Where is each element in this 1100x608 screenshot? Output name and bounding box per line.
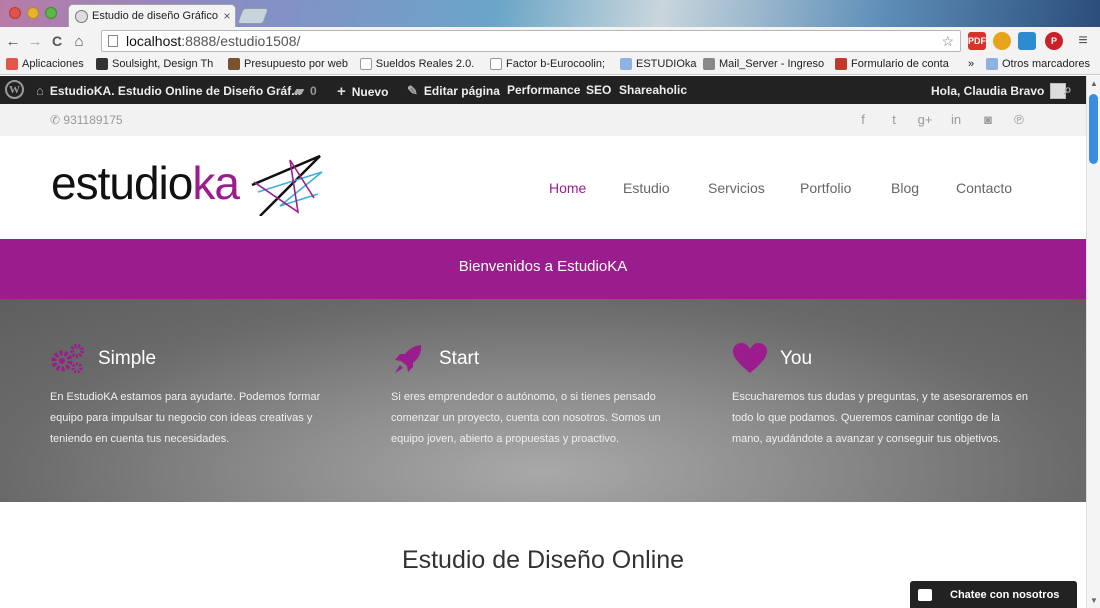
maximize-window-button[interactable] [45, 7, 57, 19]
page-scrollbar[interactable]: ▲ ▼ [1086, 76, 1100, 608]
twitter-icon[interactable]: t [886, 112, 902, 127]
site-logo[interactable]: estudioka [51, 156, 240, 210]
bookmark-item[interactable]: Soulsight, Design Th [96, 58, 216, 70]
features-section: Simple En EstudioKA estamos para ayudart… [0, 299, 1086, 502]
chat-widget-button[interactable]: Chatee con nosotros [910, 581, 1077, 608]
pdf-extension-icon[interactable]: PDF [968, 32, 986, 50]
comment-icon: ▰ [294, 83, 304, 98]
instagram-icon[interactable]: ◙ [980, 112, 996, 127]
menu-servicios[interactable]: Servicios [708, 180, 765, 196]
admin-comments[interactable]: ▰ 0 [294, 83, 317, 99]
url-host: localhost [126, 33, 182, 49]
wordpress-logo-icon[interactable]: W [5, 80, 24, 99]
menu-estudio[interactable]: Estudio [623, 180, 670, 196]
phone-number: ✆ 931189175 [50, 113, 123, 127]
scroll-up-icon[interactable]: ▲ [1090, 79, 1098, 88]
rocket-icon [395, 345, 422, 373]
feature-text: Si eres emprendedor o autónomo, o si tie… [391, 391, 661, 445]
mail-icon [703, 58, 715, 70]
home-icon[interactable]: ⌂ [68, 33, 90, 50]
soulsight-icon [96, 58, 108, 70]
bookmark-item[interactable]: Aplicaciones [6, 58, 86, 70]
home-icon: ⌂ [36, 83, 44, 98]
bookmark-item[interactable]: Factor b-Eurocoolin; [490, 58, 608, 70]
wp-admin-bar: W ⌂ EstudioKA. Estudio Online de Diseño G… [0, 76, 1100, 104]
reload-icon[interactable]: C [46, 33, 68, 49]
folder-icon [620, 58, 632, 70]
bookmarks-overflow[interactable]: » [968, 58, 974, 70]
contact-bar: ✆ 931189175 f t g+ in ◙ ℗ [0, 104, 1086, 136]
admin-shareaholic[interactable]: Shareaholic [619, 83, 687, 97]
page-icon [490, 58, 502, 70]
extension-icon[interactable] [993, 32, 1011, 50]
minimize-window-button[interactable] [27, 7, 39, 19]
url-path: :8888/estudio1508/ [181, 33, 301, 49]
m-icon [835, 58, 847, 70]
feature-text: Escucharemos tus dudas y preguntas, y te… [732, 391, 1028, 445]
admin-site-name[interactable]: ⌂ EstudioKA. Estudio Online de Diseño Grá… [36, 83, 301, 98]
tab-close-icon[interactable]: × [219, 9, 235, 23]
bookmark-item[interactable]: Otros marcadores [986, 58, 1094, 70]
menu-icon[interactable]: ≡ [1074, 32, 1092, 50]
chat-label: Chatee con nosotros [950, 588, 1060, 601]
admin-new[interactable]: + Nuevo [337, 83, 388, 100]
menu-blog[interactable]: Blog [891, 180, 919, 196]
phone-icon: ✆ [50, 113, 61, 127]
apps-grid-icon [6, 58, 18, 70]
browser-tab-strip: Estudio de diseño Gráfico × [0, 0, 1100, 27]
menu-home[interactable]: Home [549, 180, 586, 196]
linkedin-icon[interactable]: in [948, 112, 964, 127]
back-icon[interactable]: ← [2, 33, 24, 50]
gears-icon [51, 344, 84, 374]
new-tab-button[interactable] [237, 8, 269, 24]
feature-text: En EstudioKA estamos para ayudarte. Pode… [50, 391, 321, 445]
feature-title: Simple [98, 348, 157, 369]
bookmark-item[interactable]: Mail_Server - Ingreso [703, 58, 827, 70]
heart-icon [733, 343, 767, 373]
section-title: Estudio de Diseño Online [401, 546, 685, 574]
scroll-down-icon[interactable]: ▼ [1090, 596, 1098, 605]
welcome-banner: Bienvenidos a EstudioKA [0, 239, 1086, 299]
chat-bubble-icon [918, 588, 932, 601]
pinterest-icon[interactable]: ℗ [1011, 112, 1027, 127]
feature-title: Start [439, 348, 480, 369]
feature-you: You Escucharemos tus dudas y preguntas, … [732, 343, 1032, 450]
google-plus-icon[interactable]: g+ [917, 112, 933, 127]
menu-contacto[interactable]: Contacto [956, 180, 1012, 196]
feature-title: You [780, 348, 813, 369]
menu-portfolio[interactable]: Portfolio [800, 180, 851, 196]
plus-icon: + [337, 83, 346, 100]
forward-icon[interactable]: → [24, 33, 46, 50]
admin-seo[interactable]: SEO [586, 83, 611, 97]
feature-simple: Simple En EstudioKA estamos para ayudart… [50, 343, 350, 450]
close-window-button[interactable] [9, 7, 21, 19]
tab-title: Estudio de diseño Gráfico [92, 10, 218, 22]
admin-account[interactable]: Hola, Claudia Bravo [931, 83, 1067, 99]
extension-download-icon[interactable] [1018, 32, 1036, 50]
site-header: estudioka Home Estudio Servicios Portfol… [0, 136, 1086, 239]
bookmark-item[interactable]: ESTUDIOka [620, 58, 700, 70]
search-icon[interactable]: ⌕ [1064, 81, 1072, 98]
admin-performance[interactable]: Performance [507, 83, 580, 97]
facebook-icon[interactable]: f [855, 112, 871, 127]
tab-favicon-icon [75, 9, 88, 23]
address-bar[interactable]: localhost:8888/estudio1508/ ☆ [101, 30, 961, 52]
bookmark-star-icon[interactable]: ☆ [941, 33, 954, 50]
image-icon [228, 58, 240, 70]
bookmark-item[interactable]: Formulario de conta [835, 58, 953, 70]
pinterest-extension-icon[interactable]: P [1045, 32, 1063, 50]
browser-tab[interactable]: Estudio de diseño Gráfico × [68, 4, 236, 27]
scrollbar-thumb[interactable] [1089, 94, 1098, 164]
page-icon [360, 58, 372, 70]
admin-edit-page[interactable]: ✎ Editar página [407, 83, 500, 99]
bookmarks-bar: Aplicaciones Soulsight, Design Th Presup… [0, 55, 1100, 75]
browser-toolbar: ← → C ⌂ localhost:8888/estudio1508/ ☆ [0, 27, 1100, 55]
pencil-icon: ✎ [407, 83, 418, 98]
logo-star-icon [251, 154, 323, 216]
folder-icon [986, 58, 998, 70]
page-icon [108, 35, 118, 47]
bookmark-item[interactable]: Sueldos Reales 2.0. | [360, 58, 478, 70]
feature-start: Start Si eres emprendedor o autónomo, o … [391, 343, 691, 450]
bookmark-item[interactable]: Presupuesto por web [228, 58, 348, 70]
